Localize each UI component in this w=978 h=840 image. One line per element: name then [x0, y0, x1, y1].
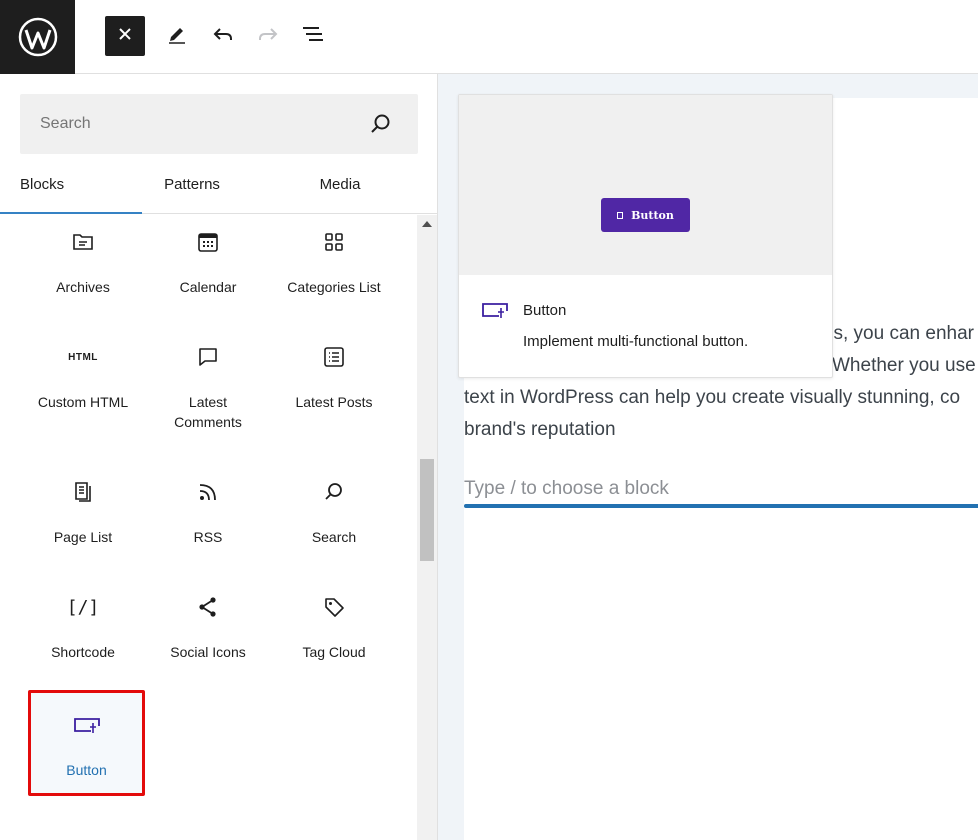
search-icon[interactable] — [370, 113, 392, 135]
scroll-thumb[interactable] — [420, 459, 434, 561]
block-categories-list[interactable]: Categories List — [276, 215, 392, 325]
button-icon — [31, 713, 142, 739]
block-social-icons[interactable]: Social Icons — [150, 580, 266, 690]
block-label: Shortcode — [51, 644, 115, 660]
block-label: Latest Posts — [295, 394, 373, 410]
tab-media[interactable]: Media — [290, 169, 390, 214]
share-icon — [150, 594, 266, 620]
block-latest-comments[interactable]: Latest Comments — [150, 330, 266, 440]
block-label: Archives — [56, 279, 110, 295]
block-calendar[interactable]: Calendar — [150, 215, 266, 325]
preview-button-label: Button — [631, 208, 674, 222]
block-label: Calendar — [179, 279, 237, 295]
search-icon — [276, 479, 392, 505]
preview-title: Button — [523, 302, 567, 319]
tab-blocks[interactable]: Blocks — [0, 169, 142, 214]
archive-icon — [25, 229, 141, 255]
close-icon — [118, 27, 132, 46]
inserter-search — [20, 94, 418, 154]
block-shortcode[interactable]: [/] Shortcode — [25, 580, 141, 690]
html-icon-text: HTML — [68, 351, 98, 363]
block-appender-placeholder[interactable]: Type / to choose a block — [464, 478, 669, 500]
inserter-tabs: Blocks Patterns Media — [0, 169, 438, 214]
pencil-icon — [166, 23, 188, 50]
block-preview-stage: Button — [459, 95, 832, 275]
preview-description: Implement multi-functional button. — [523, 333, 749, 350]
tab-patterns[interactable]: Patterns — [142, 169, 242, 214]
block-label: Tag Cloud — [302, 644, 366, 660]
shortcode-icon: [/] — [25, 594, 141, 620]
block-latest-posts[interactable]: Latest Posts — [276, 330, 392, 440]
button-glyph-icon — [617, 211, 624, 219]
editor-toolbar — [0, 0, 978, 74]
block-inserter-panel: Blocks Patterns Media Archives Calendar … — [0, 74, 438, 840]
wordpress-logo-icon[interactable] — [0, 0, 75, 74]
block-custom-html[interactable]: HTML Custom HTML — [25, 330, 141, 440]
block-label: Page List — [53, 529, 113, 545]
redo-button[interactable] — [248, 16, 288, 56]
block-rss[interactable]: RSS — [150, 465, 266, 575]
button-icon — [481, 302, 509, 320]
document-overview-button[interactable] — [293, 16, 333, 56]
block-search[interactable]: Search — [276, 465, 392, 575]
paragraph-line: text in WordPress can help you create vi… — [464, 387, 961, 408]
block-label: Categories List — [287, 279, 381, 295]
shortcode-icon-text: [/] — [66, 596, 100, 618]
block-label: Custom HTML — [37, 394, 129, 410]
rss-icon — [150, 479, 266, 505]
block-archives[interactable]: Archives — [25, 215, 141, 325]
latest-posts-icon — [276, 344, 392, 370]
block-grid: Archives Calendar Categories List HTML C… — [0, 215, 416, 840]
search-input[interactable] — [20, 94, 360, 154]
block-label: RSS — [193, 529, 223, 545]
block-focus-underline — [464, 504, 978, 508]
close-inserter-button[interactable] — [105, 16, 145, 56]
categories-icon — [276, 229, 392, 255]
tag-icon — [276, 594, 392, 620]
undo-button[interactable] — [203, 16, 243, 56]
block-label: Latest Comments — [174, 394, 242, 430]
block-label: Search — [311, 529, 357, 545]
comment-icon — [150, 344, 266, 370]
block-page-list[interactable]: Page List — [25, 465, 141, 575]
redo-icon — [257, 23, 279, 50]
block-preview-popover: Button Button Implement multi-functional… — [458, 94, 833, 378]
undo-icon — [212, 23, 234, 50]
block-button[interactable]: Button — [28, 690, 145, 796]
list-view-icon — [301, 23, 325, 50]
calendar-icon — [150, 229, 266, 255]
inserter-scrollbar[interactable] — [417, 215, 437, 840]
scroll-up-arrow-icon[interactable] — [422, 221, 432, 227]
block-tag-cloud[interactable]: Tag Cloud — [276, 580, 392, 690]
tools-button[interactable] — [157, 16, 197, 56]
html-icon: HTML — [25, 344, 141, 370]
page-list-icon — [25, 479, 141, 505]
paragraph-line: brand's reputation — [464, 419, 616, 440]
block-label: Button — [66, 762, 107, 778]
block-label: Social Icons — [170, 644, 246, 660]
tab-blocks-label: Blocks — [20, 176, 65, 193]
preview-button: Button — [601, 198, 690, 232]
